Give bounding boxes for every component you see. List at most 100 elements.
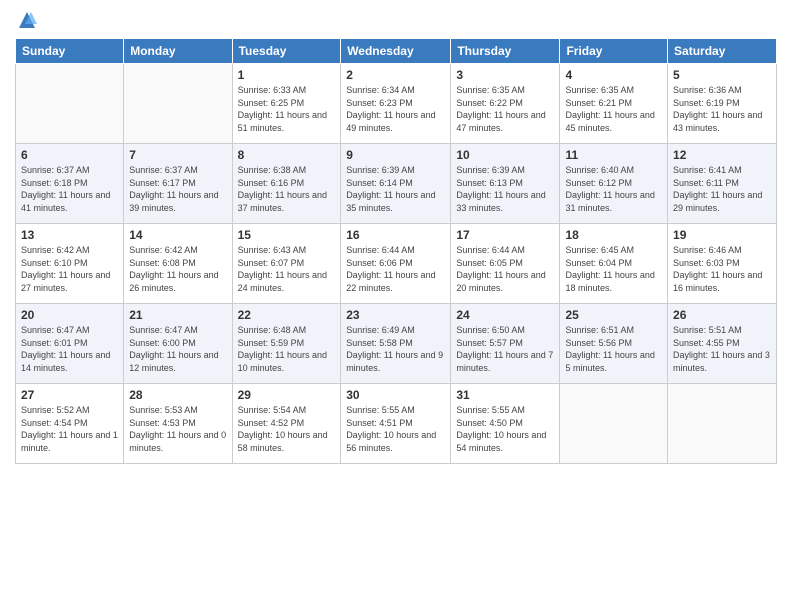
calendar-cell: 7Sunrise: 6:37 AM Sunset: 6:17 PM Daylig…: [124, 144, 232, 224]
day-info: Sunrise: 6:47 AM Sunset: 6:01 PM Dayligh…: [21, 324, 118, 374]
day-info: Sunrise: 6:46 AM Sunset: 6:03 PM Dayligh…: [673, 244, 771, 294]
calendar-cell: 15 Sunrise: 6:43 AM Sunset: 6:07 PM Dayli…: [232, 224, 341, 304]
day-info: Sunrise: 6:35 AM Sunset: 6:21 PM Dayligh…: [565, 84, 662, 134]
calendar-week-5: 27 Sunrise: 5:52 AM Sunset: 4:54 PM Dayli…: [16, 384, 777, 464]
day-number: 9: [346, 148, 445, 162]
calendar-cell: 19 Sunrise: 6:46 AM Sunset: 6:03 PM Dayli…: [668, 224, 777, 304]
calendar-header-tuesday: Tuesday: [232, 39, 341, 64]
calendar-body: 1Sunrise: 6:33 AM Sunset: 6:25 PM Daylig…: [16, 64, 777, 464]
calendar-cell: 31Sunrise: 5:55 AM Sunset: 4:50 PM Dayli…: [451, 384, 560, 464]
day-info: Sunrise: 6:39 AM Sunset: 6:13 PM Dayligh…: [456, 164, 554, 214]
calendar-week-1: 1Sunrise: 6:33 AM Sunset: 6:25 PM Daylig…: [16, 64, 777, 144]
calendar-header-sunday: Sunday: [16, 39, 124, 64]
day-number: 4: [565, 68, 662, 82]
day-number: 24: [456, 308, 554, 322]
day-number: 18: [565, 228, 662, 242]
day-number: 15: [238, 228, 336, 242]
day-number: 19: [673, 228, 771, 242]
day-info: Sunrise: 5:51 AM Sunset: 4:55 PM Dayligh…: [673, 324, 771, 374]
day-info: Sunrise: 6:45 AM Sunset: 6:04 PM Dayligh…: [565, 244, 662, 294]
day-number: 5: [673, 68, 771, 82]
day-number: 12: [673, 148, 771, 162]
calendar-header-thursday: Thursday: [451, 39, 560, 64]
day-info: Sunrise: 6:39 AM Sunset: 6:14 PM Dayligh…: [346, 164, 445, 214]
calendar-cell: 22 Sunrise: 6:48 AM Sunset: 5:59 PM Dayli…: [232, 304, 341, 384]
logo-text: [15, 10, 37, 30]
day-info: Sunrise: 6:38 AM Sunset: 6:16 PM Dayligh…: [238, 164, 336, 214]
calendar-cell: 24 Sunrise: 6:50 AM Sunset: 5:57 PM Dayli…: [451, 304, 560, 384]
calendar-header-monday: Monday: [124, 39, 232, 64]
calendar-week-2: 6 Sunrise: 6:37 AM Sunset: 6:18 PM Daylig…: [16, 144, 777, 224]
calendar-week-3: 13Sunrise: 6:42 AM Sunset: 6:10 PM Dayli…: [16, 224, 777, 304]
day-info: Sunrise: 6:50 AM Sunset: 5:57 PM Dayligh…: [456, 324, 554, 374]
day-info: Sunrise: 5:52 AM Sunset: 4:54 PM Dayligh…: [21, 404, 118, 454]
day-info: Sunrise: 6:36 AM Sunset: 6:19 PM Dayligh…: [673, 84, 771, 134]
day-number: 16: [346, 228, 445, 242]
day-number: 29: [238, 388, 336, 402]
day-number: 23: [346, 308, 445, 322]
calendar-cell: 29Sunrise: 5:54 AM Sunset: 4:52 PM Dayli…: [232, 384, 341, 464]
day-number: 2: [346, 68, 445, 82]
day-info: Sunrise: 6:40 AM Sunset: 6:12 PM Dayligh…: [565, 164, 662, 214]
day-info: Sunrise: 6:49 AM Sunset: 5:58 PM Dayligh…: [346, 324, 445, 374]
day-info: Sunrise: 6:43 AM Sunset: 6:07 PM Dayligh…: [238, 244, 336, 294]
calendar-cell: 13Sunrise: 6:42 AM Sunset: 6:10 PM Dayli…: [16, 224, 124, 304]
calendar-header-wednesday: Wednesday: [341, 39, 451, 64]
calendar-cell: 16 Sunrise: 6:44 AM Sunset: 6:06 PM Dayli…: [341, 224, 451, 304]
day-number: 11: [565, 148, 662, 162]
day-number: 8: [238, 148, 336, 162]
calendar-cell: 18 Sunrise: 6:45 AM Sunset: 6:04 PM Dayli…: [560, 224, 668, 304]
day-number: 30: [346, 388, 445, 402]
calendar-cell: 17Sunrise: 6:44 AM Sunset: 6:05 PM Dayli…: [451, 224, 560, 304]
calendar-header-row: SundayMondayTuesdayWednesdayThursdayFrid…: [16, 39, 777, 64]
day-number: 25: [565, 308, 662, 322]
day-info: Sunrise: 6:51 AM Sunset: 5:56 PM Dayligh…: [565, 324, 662, 374]
day-info: Sunrise: 6:42 AM Sunset: 6:08 PM Dayligh…: [129, 244, 226, 294]
day-number: 6: [21, 148, 118, 162]
calendar-cell: 3 Sunrise: 6:35 AM Sunset: 6:22 PM Daylig…: [451, 64, 560, 144]
calendar-cell: 10Sunrise: 6:39 AM Sunset: 6:13 PM Dayli…: [451, 144, 560, 224]
day-info: Sunrise: 6:47 AM Sunset: 6:00 PM Dayligh…: [129, 324, 226, 374]
calendar-cell: 25 Sunrise: 6:51 AM Sunset: 5:56 PM Dayli…: [560, 304, 668, 384]
calendar-cell: [560, 384, 668, 464]
day-info: Sunrise: 5:53 AM Sunset: 4:53 PM Dayligh…: [129, 404, 226, 454]
day-number: 3: [456, 68, 554, 82]
calendar: SundayMondayTuesdayWednesdayThursdayFrid…: [15, 38, 777, 464]
day-number: 13: [21, 228, 118, 242]
calendar-cell: 20 Sunrise: 6:47 AM Sunset: 6:01 PM Dayli…: [16, 304, 124, 384]
calendar-cell: 21 Sunrise: 6:47 AM Sunset: 6:00 PM Dayli…: [124, 304, 232, 384]
day-info: Sunrise: 6:48 AM Sunset: 5:59 PM Dayligh…: [238, 324, 336, 374]
day-number: 20: [21, 308, 118, 322]
day-info: Sunrise: 6:44 AM Sunset: 6:06 PM Dayligh…: [346, 244, 445, 294]
calendar-cell: 27 Sunrise: 5:52 AM Sunset: 4:54 PM Dayli…: [16, 384, 124, 464]
calendar-week-4: 20 Sunrise: 6:47 AM Sunset: 6:01 PM Dayli…: [16, 304, 777, 384]
logo: [15, 10, 37, 30]
calendar-cell: [124, 64, 232, 144]
calendar-cell: 5 Sunrise: 6:36 AM Sunset: 6:19 PM Daylig…: [668, 64, 777, 144]
calendar-cell: 12 Sunrise: 6:41 AM Sunset: 6:11 PM Dayli…: [668, 144, 777, 224]
day-info: Sunrise: 6:37 AM Sunset: 6:18 PM Dayligh…: [21, 164, 118, 214]
calendar-header-saturday: Saturday: [668, 39, 777, 64]
day-info: Sunrise: 6:35 AM Sunset: 6:22 PM Dayligh…: [456, 84, 554, 134]
header: [15, 10, 777, 30]
day-number: 21: [129, 308, 226, 322]
day-info: Sunrise: 5:55 AM Sunset: 4:51 PM Dayligh…: [346, 404, 445, 454]
logo-icon: [17, 10, 37, 30]
calendar-cell: [668, 384, 777, 464]
day-info: Sunrise: 6:41 AM Sunset: 6:11 PM Dayligh…: [673, 164, 771, 214]
day-number: 22: [238, 308, 336, 322]
calendar-cell: 2Sunrise: 6:34 AM Sunset: 6:23 PM Daylig…: [341, 64, 451, 144]
calendar-cell: 8 Sunrise: 6:38 AM Sunset: 6:16 PM Daylig…: [232, 144, 341, 224]
day-number: 26: [673, 308, 771, 322]
day-info: Sunrise: 6:33 AM Sunset: 6:25 PM Dayligh…: [238, 84, 336, 134]
day-number: 17: [456, 228, 554, 242]
calendar-cell: 30 Sunrise: 5:55 AM Sunset: 4:51 PM Dayli…: [341, 384, 451, 464]
calendar-cell: 6 Sunrise: 6:37 AM Sunset: 6:18 PM Daylig…: [16, 144, 124, 224]
calendar-cell: 4 Sunrise: 6:35 AM Sunset: 6:21 PM Daylig…: [560, 64, 668, 144]
day-number: 7: [129, 148, 226, 162]
day-number: 31: [456, 388, 554, 402]
day-number: 27: [21, 388, 118, 402]
day-number: 28: [129, 388, 226, 402]
calendar-cell: 11 Sunrise: 6:40 AM Sunset: 6:12 PM Dayli…: [560, 144, 668, 224]
calendar-cell: [16, 64, 124, 144]
